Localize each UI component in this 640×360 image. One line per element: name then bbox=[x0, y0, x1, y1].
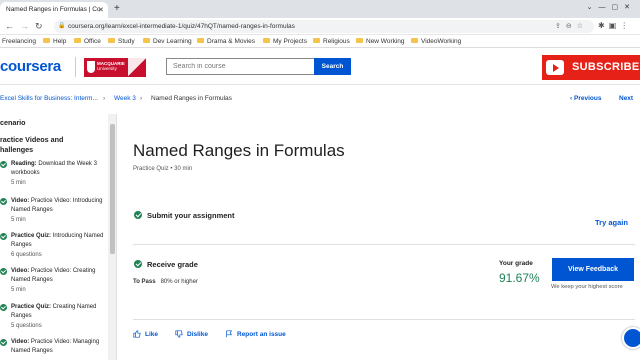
divider bbox=[133, 244, 635, 245]
thumbs-down-icon bbox=[175, 330, 183, 338]
dislike-button[interactable]: Dislike bbox=[175, 330, 208, 338]
bookmark-item[interactable]: New Working bbox=[356, 36, 405, 47]
folder-icon bbox=[108, 38, 115, 43]
extensions-icon[interactable]: ✱ bbox=[598, 21, 609, 30]
course-outline-sidebar: cenario ractice Videos and hallenges Rea… bbox=[0, 114, 117, 360]
folder-icon bbox=[411, 38, 418, 43]
report-issue-button[interactable]: Report an issue bbox=[225, 330, 286, 338]
your-grade-label: Your grade bbox=[499, 260, 533, 267]
bookmark-item[interactable]: Drama & Movies bbox=[197, 36, 255, 47]
like-button[interactable]: Like bbox=[133, 330, 158, 338]
share-icon[interactable]: ⇪ bbox=[555, 23, 566, 30]
sidebar-section-scenario[interactable]: cenario bbox=[0, 118, 26, 128]
youtube-play-icon bbox=[546, 60, 564, 75]
reload-icon[interactable]: ↻ bbox=[35, 20, 43, 32]
chat-help-icon[interactable] bbox=[622, 327, 640, 349]
receive-grade-label: Receive grade bbox=[147, 260, 198, 269]
grade-check-icon bbox=[134, 260, 142, 268]
to-pass: To Pass 80% or higher bbox=[133, 279, 198, 285]
folder-icon bbox=[263, 38, 270, 43]
shield-icon bbox=[87, 61, 95, 73]
breadcrumb-course[interactable]: Excel Skills for Business: Interm... bbox=[0, 92, 98, 106]
page-title: Named Ranges in Formulas bbox=[133, 141, 345, 160]
partner-name: MACQUARIE University bbox=[97, 61, 125, 71]
highest-score-note: We keep your highest score bbox=[551, 284, 623, 290]
bookmark-item[interactable]: Help bbox=[43, 36, 66, 47]
url-field[interactable]: 🔒 coursera.org/learn/excel-intermediate-… bbox=[54, 20, 594, 33]
breadcrumb-current: Named Ranges in Formulas bbox=[151, 95, 232, 102]
sidepanel-icon[interactable]: ▣ bbox=[609, 21, 621, 30]
folder-icon bbox=[74, 38, 81, 43]
folder-icon bbox=[43, 38, 50, 43]
menu-icon[interactable]: ⋮ bbox=[620, 21, 632, 30]
browser-tab-bar: Named Ranges in Formulas | Co ✕ + ⌄—▢✕ bbox=[0, 0, 640, 18]
header-divider bbox=[75, 57, 76, 77]
bookmark-item[interactable]: VideoWorking bbox=[411, 36, 461, 47]
tab-title: Named Ranges in Formulas | Co bbox=[6, 6, 101, 13]
grade-value: 91.67% bbox=[499, 271, 540, 285]
forward-icon[interactable]: → bbox=[20, 20, 29, 32]
bookmark-item[interactable]: Study bbox=[108, 36, 135, 47]
address-actions: ⇪⊖☆ bbox=[555, 20, 588, 33]
zoom-icon[interactable]: ⊖ bbox=[566, 23, 577, 30]
bookmark-item[interactable]: Religious bbox=[313, 36, 350, 47]
bookmark-star-icon[interactable]: ☆ bbox=[577, 23, 588, 30]
completed-check-icon bbox=[0, 161, 7, 168]
lock-icon: 🔒 bbox=[58, 23, 66, 29]
submit-assignment-label: Submit your assignment bbox=[147, 211, 235, 220]
bookmark-item[interactable]: Freelancing bbox=[2, 36, 36, 47]
folder-icon bbox=[143, 38, 150, 43]
bookmark-item[interactable]: Office bbox=[74, 36, 101, 47]
folder-icon bbox=[356, 38, 363, 43]
partner-logo[interactable]: MACQUARIE University bbox=[84, 58, 146, 77]
extensions-area: ✱▣⋮ bbox=[598, 21, 632, 30]
search-button[interactable]: Search bbox=[314, 58, 351, 75]
completed-check-icon bbox=[0, 268, 7, 275]
completed-check-icon bbox=[0, 339, 7, 346]
url-text: coursera.org/learn/excel-intermediate-1/… bbox=[68, 23, 295, 30]
search-input[interactable] bbox=[166, 58, 314, 75]
breadcrumb: Excel Skills for Business: Interm... › W… bbox=[0, 92, 640, 106]
quiz-meta: Practice Quiz • 30 min bbox=[133, 166, 193, 172]
flag-icon bbox=[226, 330, 233, 338]
coursera-logo[interactable]: coursera bbox=[0, 58, 61, 75]
bookmark-item[interactable]: Dev Learning bbox=[143, 36, 192, 47]
divider bbox=[133, 319, 635, 320]
browser-tab[interactable]: Named Ranges in Formulas | Co ✕ bbox=[0, 2, 108, 18]
partner-stripe bbox=[128, 58, 146, 77]
address-bar-row: ← → ↻ 🔒 coursera.org/learn/excel-interme… bbox=[0, 18, 640, 35]
maximize-icon[interactable]: ▢ bbox=[612, 2, 625, 14]
completed-check-icon bbox=[0, 198, 7, 205]
previous-button[interactable]: ‹ Previous bbox=[570, 92, 601, 106]
next-button[interactable]: Next bbox=[619, 92, 633, 106]
breadcrumb-week[interactable]: Week 3 bbox=[114, 92, 136, 106]
close-tab-icon[interactable]: ✕ bbox=[98, 7, 104, 15]
completed-check-icon bbox=[0, 233, 7, 240]
submit-check-icon bbox=[134, 211, 142, 219]
folder-icon bbox=[197, 38, 204, 43]
folder-icon bbox=[313, 38, 320, 43]
new-tab-icon[interactable]: + bbox=[114, 3, 120, 15]
chevron-right-icon: › bbox=[103, 95, 106, 102]
sidebar-section-practice[interactable]: ractice Videos and hallenges bbox=[0, 135, 63, 155]
completed-check-icon bbox=[0, 304, 7, 311]
minimize-icon[interactable]: — bbox=[599, 2, 612, 14]
back-icon[interactable]: ← bbox=[5, 20, 14, 32]
youtube-subscribe-overlay[interactable]: SUBSCRIBE bbox=[542, 55, 640, 80]
thumbs-up-icon bbox=[133, 330, 141, 338]
view-feedback-button[interactable]: View Feedback bbox=[552, 258, 634, 281]
try-again-button[interactable]: Try again bbox=[595, 218, 628, 227]
bookmark-item[interactable]: My Projects bbox=[263, 36, 307, 47]
chevron-right-icon: › bbox=[140, 95, 143, 102]
close-window-icon[interactable]: ✕ bbox=[624, 2, 636, 14]
sidebar-scroll-thumb[interactable] bbox=[110, 124, 115, 254]
subscribe-label: SUBSCRIBE bbox=[572, 61, 640, 73]
window-controls: ⌄—▢✕ bbox=[587, 2, 636, 14]
bookmarks-bar: Freelancing Help Office Study Dev Learni… bbox=[0, 35, 640, 48]
chevron-down-icon[interactable]: ⌄ bbox=[587, 2, 599, 14]
